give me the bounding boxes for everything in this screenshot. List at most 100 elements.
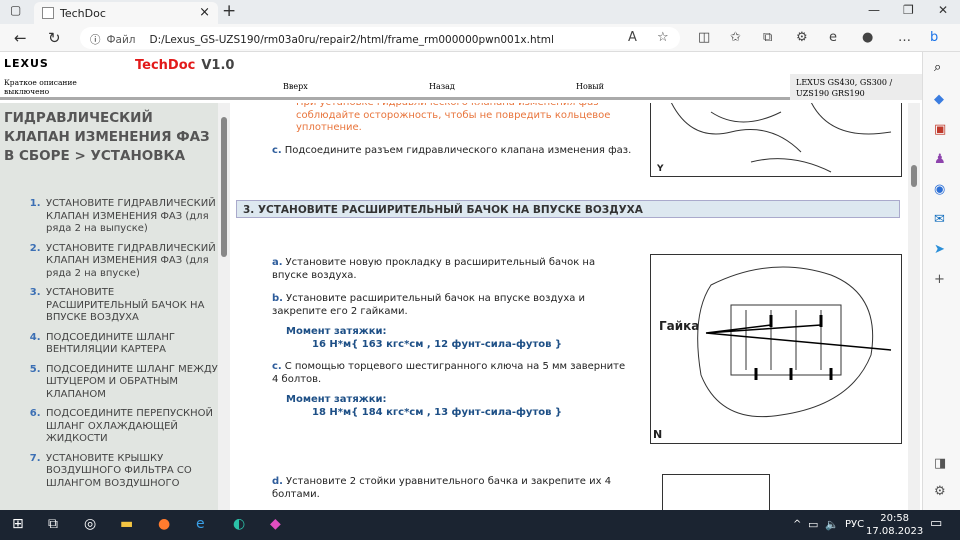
sidebar-item[interactable]: УСТАНОВИТЕ КРЫШКУ ВОЗДУШНОГО ФИЛЬТРА СО … [44, 453, 218, 491]
sidebar-item[interactable]: УСТАНОВИТЕ РАСШИРИТЕЛЬНЫЙ БАЧОК НА ВПУСК… [44, 287, 218, 325]
caution-text: При установке гидравлического клапана из… [296, 103, 611, 133]
time: 20:58 [880, 513, 910, 524]
firefox-icon[interactable]: ● [158, 516, 170, 532]
ie-icon[interactable]: e [196, 516, 205, 532]
date: 17.08.2023 [866, 526, 924, 537]
step-c: c. С помощью торцевого шестигранного ключ… [272, 361, 632, 386]
step-marker: b. [272, 293, 283, 304]
sidebar-title: ГИДРАВЛИЧЕСКИЙ КЛАПАН ИЗМЕНЕНИЯ ФАЗ В СБ… [4, 110, 210, 164]
sidebar-item[interactable]: УСТАНОВИТЕ ГИДРАВЛИЧЕСКИЙ КЛАПАН ИЗМЕНЕН… [44, 198, 218, 236]
section-heading: 3. УСТАНОВИТЕ РАСШИРИТЕЛЬНЫЙ БАЧОК НА ВП… [236, 200, 900, 218]
tab-techdoc[interactable]: TechDoc × [34, 2, 218, 24]
figure-letter: N [653, 428, 663, 441]
figure-valve: Y [650, 103, 902, 177]
steam-icon[interactable]: ◎ [84, 516, 96, 532]
new-tab-button[interactable]: + [222, 1, 236, 21]
step-b: b. Установите расширительный бачок на впу… [272, 293, 632, 318]
summary-toggle[interactable]: Краткое описание выключено [4, 78, 77, 96]
page-icon [42, 7, 54, 19]
model-line2: UZS190 GRS190 [796, 89, 865, 98]
main-scroll-thumb[interactable] [911, 165, 917, 187]
torque-spec-1: Момент затяжки: 16 Н*м{ 163 кгс*см , 12 ф… [286, 326, 562, 351]
network-icon[interactable]: ▭ [808, 518, 818, 531]
start-icon[interactable]: ⊞ [12, 516, 24, 532]
tab-actions-icon[interactable]: ▢ [10, 3, 21, 17]
sidebar-item[interactable]: УСТАНОВИТЕ ГИДРАВЛИЧЕСКИЙ КЛАПАН ИЗМЕНЕН… [44, 243, 218, 281]
copilot-icon[interactable]: b [930, 30, 938, 45]
edge-taskbar-icon[interactable]: ◐ [233, 516, 245, 532]
step-marker: c. [272, 145, 282, 156]
app-name: TechDoc [135, 58, 196, 73]
more-menu-icon[interactable]: … [898, 30, 911, 45]
sidebar-scroll-thumb[interactable] [221, 117, 227, 257]
torque-spec-2: Момент затяжки: 18 Н*м{ 184 кгс*см , 13 ф… [286, 394, 562, 419]
split-screen-icon[interactable]: ◫ [698, 30, 710, 45]
tray-chevron-icon[interactable]: ^ [793, 519, 801, 530]
minimize-button[interactable]: — [868, 3, 880, 17]
torque-label: Момент затяжки: [286, 394, 387, 405]
close-tab-icon[interactable]: × [199, 5, 210, 20]
sidebar: ГИДРАВЛИЧЕСКИЙ КЛАПАН ИЗМЕНЕНИЯ ФАЗ В СБ… [0, 103, 218, 510]
intake-tank-drawing-icon [697, 266, 892, 418]
refresh-icon[interactable]: ↻ [48, 29, 61, 47]
sidebar-scrollbar[interactable] [218, 103, 230, 510]
summary-line1: Краткое описание [4, 78, 77, 87]
figure-intake-tank: Гайка N [650, 254, 902, 444]
notifications-icon[interactable]: ▭ [930, 516, 942, 531]
info-icon: ⓘ [90, 34, 101, 46]
app-title: TechDoc V1.0 [135, 58, 234, 73]
sidebar-item[interactable]: ПОДСОЕДИНИТЕ ШЛАНГ МЕЖДУ ШТУЦЕРОМ И ОБРА… [44, 364, 218, 402]
figure-stays [662, 474, 770, 510]
model-info: LEXUS GS430, GS300 / UZS190 GRS190 [790, 74, 922, 100]
search-icon[interactable]: ⌕ [934, 60, 941, 75]
add-icon[interactable]: + [934, 272, 945, 287]
shopping-icon[interactable]: ◆ [934, 92, 944, 107]
step-text: Подсоедините разъем гидравлического клап… [284, 145, 632, 156]
extensions-icon[interactable]: ⚙ [796, 30, 808, 45]
nav-up-link[interactable]: Вверх [283, 82, 308, 91]
games-icon[interactable]: ♟ [934, 152, 946, 167]
file-explorer-icon[interactable]: ▬ [120, 516, 133, 532]
clock[interactable]: 20:58 17.08.2023 [866, 512, 923, 538]
read-aloud-icon[interactable]: A [628, 30, 637, 45]
step-text: Установите новую прокладку в расширитель… [272, 257, 596, 281]
step-marker: c. [272, 361, 282, 372]
office-icon[interactable]: ◉ [934, 182, 945, 197]
url-text: D:/Lexus_GS-UZS190/rm03a0ru/repair2/html… [149, 34, 554, 46]
collections-icon[interactable]: ⧉ [763, 30, 772, 45]
sidebar-item[interactable]: ПОДСОЕДИНИТЕ ШЛАНГ ВЕНТИЛЯЦИИ КАРТЕРА [44, 332, 218, 357]
paint-icon[interactable]: ◆ [270, 516, 281, 532]
nav-new-link[interactable]: Новый [576, 82, 604, 91]
nav-back-link[interactable]: Назад [429, 82, 455, 91]
volume-icon[interactable]: 🔈 [825, 518, 839, 531]
sidebar-toggle-icon[interactable]: ◨ [934, 456, 946, 471]
step-d: d. Установите 2 стойки уравнительного бач… [272, 476, 632, 501]
maximize-button[interactable]: ❐ [903, 3, 914, 17]
step-text: Установите 2 стойки уравнительного бачка… [272, 476, 612, 500]
tab-bar: ▢ TechDoc × + — ❐ ✕ [0, 0, 960, 24]
tools-icon[interactable]: ▣ [934, 122, 946, 137]
model-line1: LEXUS GS430, GS300 / [796, 78, 893, 87]
file-label: Файл [106, 34, 136, 46]
edge-sidebar: ⌕ ◆ ▣ ♟ ◉ ✉ ➤ + ◨ ⚙ [922, 52, 960, 510]
drop-icon[interactable]: ➤ [934, 242, 945, 257]
edge-icon[interactable]: e [829, 30, 837, 45]
step-marker: d. [272, 476, 283, 487]
address-input[interactable]: ⓘ Файл D:/Lexus_GS-UZS190/rm03a0ru/repair2… [80, 27, 680, 49]
language-indicator[interactable]: РУС [845, 519, 864, 530]
favorites-icon[interactable]: ✩ [730, 30, 741, 45]
back-icon[interactable]: ← [14, 29, 27, 47]
doc-header: LEXUS TechDoc V1.0 Краткое описание выключ… [0, 52, 922, 100]
tab-title: TechDoc [60, 7, 106, 20]
main-scrollbar[interactable] [908, 103, 920, 510]
outlook-icon[interactable]: ✉ [934, 212, 945, 227]
profile-avatar[interactable]: ● [862, 30, 873, 45]
settings-icon[interactable]: ⚙ [934, 484, 946, 499]
torque-value: 18 Н*м{ 184 кгс*см , 13 фунт-сила-футов … [312, 406, 563, 418]
close-window-button[interactable]: ✕ [938, 3, 948, 17]
sidebar-item[interactable]: ПОДСОЕДИНИТЕ ПЕРЕПУСКНОЙ ШЛАНГ ОХЛАЖДАЮЩ… [44, 408, 218, 446]
step-a: a. Установите новую прокладку в расширите… [272, 257, 632, 282]
task-view-icon[interactable]: ⧉ [48, 516, 58, 532]
favorite-star-icon[interactable]: ☆ [657, 30, 669, 45]
lexus-logo: LEXUS [4, 57, 49, 70]
